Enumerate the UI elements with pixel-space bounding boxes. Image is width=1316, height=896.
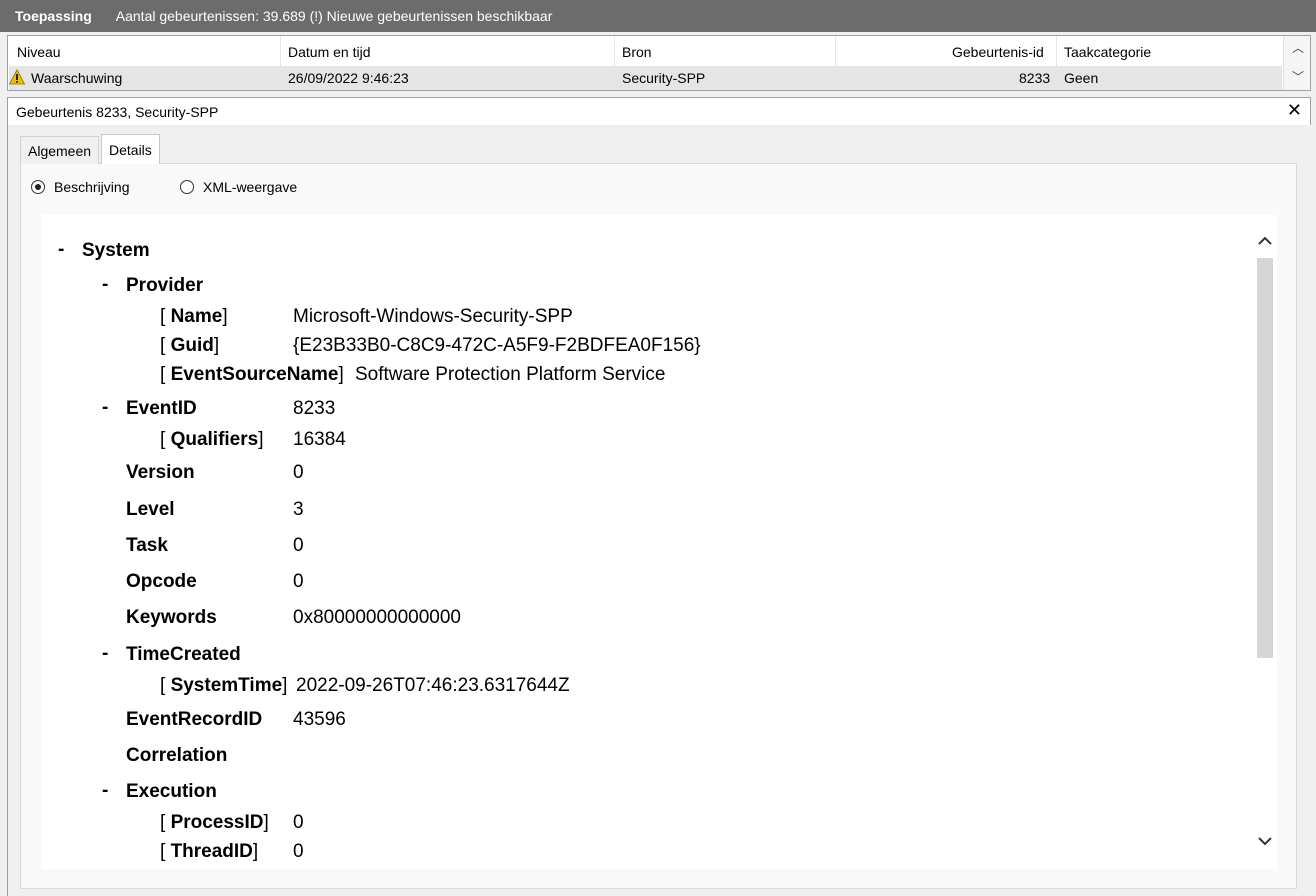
cell-level: Waarschuwing: [31, 70, 123, 86]
threadid-value: 0: [293, 841, 304, 862]
chevron-down-icon[interactable]: ﹀: [1292, 68, 1304, 85]
node-correlation: Correlation: [126, 745, 228, 766]
radio-description[interactable]: Beschrijving: [31, 179, 129, 195]
attr-guid: [ Guid]: [160, 335, 220, 356]
cell-category: Geen: [1064, 70, 1099, 86]
attr-processid: [ ProcessID]: [160, 812, 269, 833]
chevron-up-icon[interactable]: [1257, 235, 1273, 247]
attr-qualifiers-key: Qualifiers: [170, 429, 259, 450]
opcode-value: 0: [293, 571, 304, 592]
radio-xml-view[interactable]: XML-weergave: [180, 179, 297, 195]
column-header-source[interactable]: Bron: [622, 44, 652, 64]
details-scrollbar[interactable]: [1255, 215, 1277, 869]
detail-title: Gebeurtenis 8233, Security-SPP: [16, 103, 219, 120]
attr-name-key: Name: [170, 306, 223, 327]
chevron-down-icon[interactable]: [1257, 835, 1273, 847]
keywords-value: 0x80000000000000: [293, 607, 462, 628]
collapse-eventid[interactable]: -: [102, 397, 108, 419]
cell-datetime: 26/09/2022 9:46:23: [288, 70, 409, 86]
radio-unchecked-icon[interactable]: [180, 180, 194, 194]
event-count: Aantal gebeurtenissen: 39.689 (!) Nieuwe…: [115, 8, 553, 24]
detail-title-bar: Gebeurtenis 8233, Security-SPP: [7, 97, 1311, 125]
node-task: Task: [126, 535, 168, 556]
column-header-category[interactable]: Taakcategorie: [1064, 44, 1151, 64]
attr-guid-value: {E23B33B0-C8C9-472C-A5F9-F2BDFEA0F156}: [293, 335, 701, 356]
list-scrollbar[interactable]: ︿ ﹀: [1283, 36, 1310, 90]
warning-icon: [9, 69, 25, 85]
node-keywords: Keywords: [126, 607, 217, 628]
column-header-level[interactable]: Niveau: [17, 44, 61, 64]
node-timecreated: TimeCreated: [126, 644, 241, 665]
processid-value: 0: [293, 812, 304, 833]
attr-processid-key: ProcessID: [170, 812, 264, 833]
cell-source: Security-SPP: [622, 70, 706, 86]
systemtime-value: 2022-09-26T07:46:23.6317644Z: [296, 675, 570, 696]
attr-guid-key: Guid: [170, 335, 214, 356]
eventid-value: 8233: [293, 398, 336, 419]
log-header: Toepassing Aantal gebeurtenissen: 39.689…: [0, 0, 1316, 32]
cell-event-id: 8233: [1019, 70, 1051, 86]
column-header-event-id[interactable]: Gebeurtenis-id: [952, 44, 1044, 64]
level-value: 3: [293, 499, 304, 520]
attr-threadid-key: ThreadID: [170, 841, 253, 862]
collapse-system[interactable]: -: [58, 239, 64, 261]
node-system: System: [82, 240, 150, 261]
node-execution: Execution: [126, 781, 217, 802]
attr-name: [ Name]: [160, 306, 228, 327]
node-eventrecordid: EventRecordID: [126, 709, 263, 730]
close-icon[interactable]: ✕: [1287, 100, 1302, 121]
node-version: Version: [126, 462, 195, 483]
attr-qualifiers: [ Qualifiers]: [160, 429, 264, 450]
node-eventid: EventID: [126, 398, 197, 419]
event-details-view[interactable]: - System - Provider [ Name] Microsoft-Wi…: [41, 215, 1255, 869]
node-level: Level: [126, 499, 175, 520]
attr-esn-key: EventSourceName: [170, 364, 339, 385]
collapse-provider[interactable]: -: [102, 274, 108, 296]
node-provider: Provider: [126, 275, 204, 296]
node-opcode: Opcode: [126, 571, 197, 592]
attr-name-value: Microsoft-Windows-Security-SPP: [293, 306, 573, 327]
qualifiers-value: 16384: [293, 429, 346, 450]
radio-description-label: Beschrijving: [54, 179, 130, 195]
attr-threadid: [ ThreadID]: [160, 841, 259, 862]
collapse-timecreated[interactable]: -: [102, 643, 108, 665]
version-value: 0: [293, 462, 304, 483]
attr-eventsourcename: [ EventSourceName]: [160, 364, 344, 385]
column-header-datetime[interactable]: Datum en tijd: [288, 44, 370, 64]
radio-xml-label: XML-weergave: [203, 179, 298, 195]
eventrecordid-value: 43596: [293, 709, 346, 730]
log-name: Toepassing: [15, 8, 92, 24]
chevron-up-icon[interactable]: ︿: [1292, 39, 1304, 56]
event-list[interactable]: Niveau Datum en tijd Bron Gebeurtenis-id…: [7, 35, 1311, 91]
radio-checked-icon[interactable]: [31, 180, 45, 194]
tab-details[interactable]: Details: [101, 134, 160, 164]
attr-systemtime: [ SystemTime]: [160, 675, 288, 696]
attr-esn-value: Software Protection Platform Service: [355, 364, 666, 385]
collapse-execution[interactable]: -: [102, 780, 108, 802]
task-value: 0: [293, 535, 304, 556]
tab-general[interactable]: Algemeen: [20, 136, 100, 164]
attr-systemtime-key: SystemTime: [170, 675, 283, 696]
scrollbar-thumb[interactable]: [1257, 258, 1273, 658]
